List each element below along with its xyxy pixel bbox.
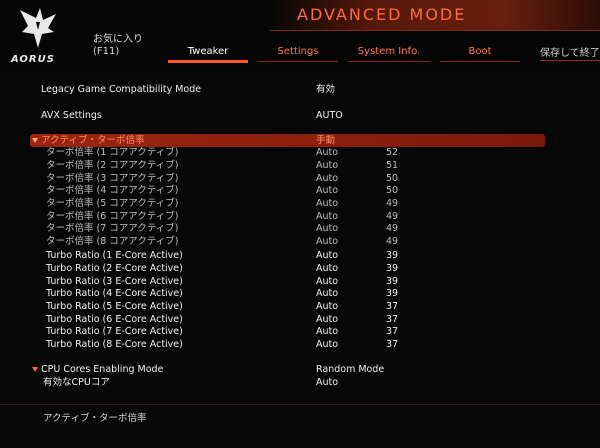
setting-label: ターボ倍率 (5 コアアクティブ) <box>46 198 179 209</box>
e-core-turbo-ratio-row[interactable]: Turbo Ratio (8 E-Core Active) Auto 37 <box>0 338 600 351</box>
setting-label: Turbo Ratio (1 E-Core Active) <box>46 250 183 261</box>
e-core-turbo-ratio-row[interactable]: Turbo Ratio (7 E-Core Active) Auto 37 <box>0 325 600 338</box>
current-ratio: 49 <box>386 236 399 247</box>
avx-settings-row[interactable]: AVX Settings AUTO <box>0 109 600 122</box>
setting-value[interactable]: Auto <box>316 287 338 300</box>
setting-label: ターボ倍率 (4 コアアクティブ) <box>46 185 179 196</box>
setting-value[interactable]: AUTO <box>316 109 343 122</box>
setting-label: Turbo Ratio (8 E-Core Active) <box>46 339 183 350</box>
current-ratio: 52 <box>386 147 399 158</box>
tab-tweaker[interactable]: Tweaker <box>168 46 248 63</box>
tab-system-info-label: System Info. <box>357 46 421 57</box>
tab-underline <box>168 60 248 63</box>
setting-value[interactable]: Auto <box>316 146 338 159</box>
help-divider <box>0 404 600 405</box>
collapse-arrow-icon[interactable] <box>32 367 38 372</box>
tab-underline <box>540 60 600 61</box>
setting-label: Legacy Game Compatibility Mode <box>41 84 202 95</box>
current-ratio: 49 <box>386 198 399 209</box>
tab-underline <box>440 61 520 62</box>
current-ratio: 37 <box>386 326 399 337</box>
tab-boot-label: Boot <box>468 46 492 57</box>
current-ratio: 39 <box>386 288 399 299</box>
logo-text: AORUS <box>11 54 55 65</box>
tab-boot[interactable]: Boot <box>440 46 520 62</box>
collapse-arrow-icon[interactable] <box>32 138 38 143</box>
current-ratio: 37 <box>386 339 399 350</box>
turbo-ratio-row[interactable]: ターボ倍率 (7 コアアクティブ) Auto 49 <box>0 222 600 235</box>
mode-title: ADVANCED MODE <box>297 5 467 24</box>
current-ratio: 51 <box>386 160 399 171</box>
setting-label: ターボ倍率 (8 コアアクティブ) <box>46 236 179 247</box>
favorites-label: お気に入り <box>93 34 143 45</box>
top-bar: AORUS ADVANCED MODE お気に入り (F11) Tweaker … <box>0 0 600 66</box>
setting-value[interactable]: Random Mode <box>316 363 384 376</box>
setting-value[interactable]: Auto <box>316 159 338 172</box>
setting-label: CPU Cores Enabling Mode <box>41 364 164 375</box>
turbo-ratio-row[interactable]: ターボ倍率 (2 コアアクティブ) Auto 51 <box>0 159 600 172</box>
turbo-ratio-row[interactable]: ターボ倍率 (8 コアアクティブ) Auto 49 <box>0 235 600 248</box>
cpu-cores-enabling-mode-row[interactable]: CPU Cores Enabling Mode Random Mode <box>0 363 600 376</box>
setting-value[interactable]: Auto <box>316 325 338 338</box>
turbo-ratio-row[interactable]: ターボ倍率 (5 コアアクティブ) Auto 49 <box>0 197 600 210</box>
tab-underline <box>258 61 338 62</box>
current-ratio: 50 <box>386 185 399 196</box>
setting-value[interactable]: Auto <box>316 376 338 389</box>
tab-settings-label: Settings <box>277 46 319 57</box>
setting-value[interactable]: Auto <box>316 249 338 262</box>
setting-label: ターボ倍率 (2 コアアクティブ) <box>46 160 179 171</box>
e-core-turbo-ratio-row[interactable]: Turbo Ratio (4 E-Core Active) Auto 39 <box>0 287 600 300</box>
turbo-ratio-row[interactable]: ターボ倍率 (1 コアアクティブ) Auto 52 <box>0 146 600 159</box>
tab-settings[interactable]: Settings <box>258 46 338 62</box>
setting-value[interactable]: Auto <box>316 300 338 313</box>
setting-label: Turbo Ratio (7 E-Core Active) <box>46 326 183 337</box>
setting-label: Turbo Ratio (4 E-Core Active) <box>46 288 183 299</box>
current-ratio: 39 <box>386 250 399 261</box>
tab-underline <box>348 61 430 62</box>
help-text: アクティブ・ターボ倍率 <box>43 413 147 424</box>
setting-value[interactable]: Auto <box>316 184 338 197</box>
current-ratio: 49 <box>386 223 399 234</box>
setting-value[interactable]: Auto <box>316 338 338 351</box>
setting-label: 有効なCPUコア <box>43 377 110 388</box>
current-ratio: 37 <box>386 301 399 312</box>
setting-label: AVX Settings <box>41 110 102 121</box>
falcon-icon <box>20 8 56 48</box>
setting-label: ターボ倍率 (1 コアアクティブ) <box>46 147 179 158</box>
save-exit-label: 保存して終了 <box>540 48 600 59</box>
setting-value[interactable]: Auto <box>316 235 338 248</box>
save-and-exit-button[interactable]: 保存して終了 <box>540 44 600 61</box>
setting-label: Turbo Ratio (5 E-Core Active) <box>46 301 183 312</box>
aorus-logo: AORUS <box>8 4 66 66</box>
legacy-game-compat-row[interactable]: Legacy Game Compatibility Mode 有効 <box>0 83 600 96</box>
setting-value[interactable]: Auto <box>316 197 338 210</box>
tab-system-info[interactable]: System Info. <box>348 46 430 62</box>
e-core-turbo-ratio-row[interactable]: Turbo Ratio (1 E-Core Active) Auto 39 <box>0 249 600 262</box>
tab-tweaker-label: Tweaker <box>187 46 229 57</box>
current-ratio: 39 <box>386 263 399 274</box>
e-core-turbo-ratio-row[interactable]: Turbo Ratio (2 E-Core Active) Auto 39 <box>0 262 600 275</box>
setting-label: ターボ倍率 (7 コアアクティブ) <box>46 223 179 234</box>
turbo-ratio-row[interactable]: ターボ倍率 (4 コアアクティブ) Auto 50 <box>0 184 600 197</box>
e-core-turbo-ratio-row[interactable]: Turbo Ratio (5 E-Core Active) Auto 37 <box>0 300 600 313</box>
active-cpu-cores-row[interactable]: 有効なCPUコア Auto <box>0 376 600 389</box>
setting-label: Turbo Ratio (2 E-Core Active) <box>46 263 183 274</box>
setting-value[interactable]: Auto <box>316 222 338 235</box>
setting-value[interactable]: Auto <box>316 262 338 275</box>
setting-value[interactable]: 有効 <box>316 83 335 96</box>
favorites-button[interactable]: お気に入り (F11) <box>93 34 143 58</box>
favorites-shortcut: (F11) <box>93 46 120 57</box>
